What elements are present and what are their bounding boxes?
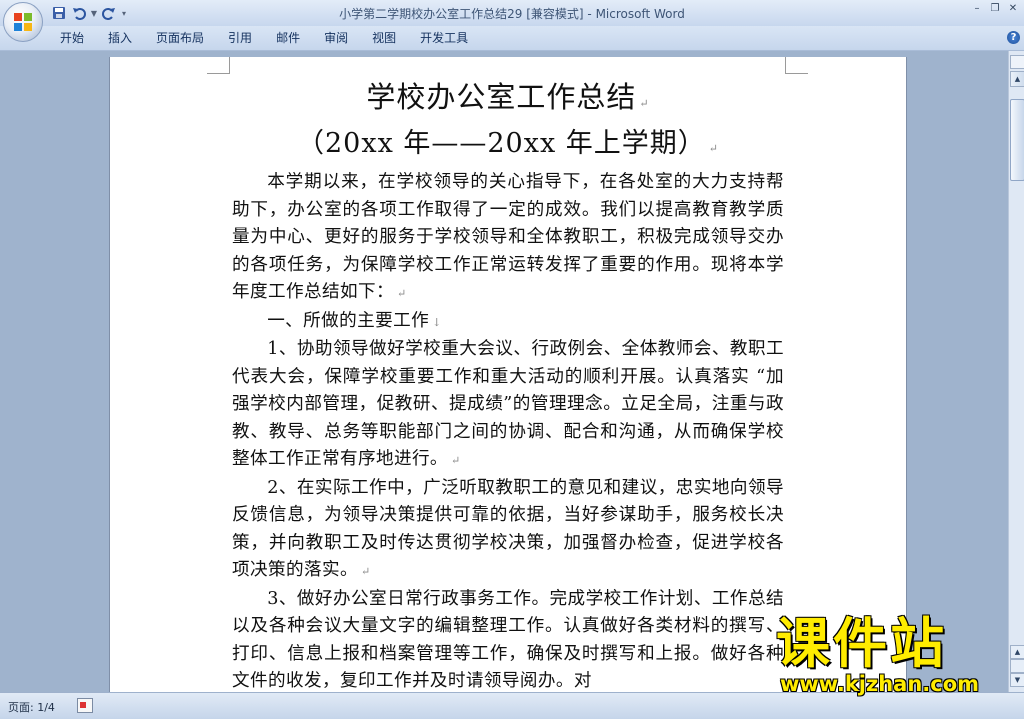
tab-page-layout[interactable]: 页面布局	[144, 26, 216, 50]
help-icon[interactable]: ?	[1007, 31, 1020, 44]
window-title: 小学第二学期校办公室工作总结29 [兼容模式] - Microsoft Word	[0, 5, 1024, 22]
restore-icon[interactable]: ❐	[990, 2, 1000, 16]
paragraph-text: 3、做好办公室日常行政事务工作。完成学校工作计划、工作总结以及各种会议大量文字的…	[232, 588, 784, 692]
title-bar: ▼ ▾ 小学第二学期校办公室工作总结29 [兼容模式] - Microsoft …	[0, 0, 1024, 26]
line-break-mark-icon: ↓	[432, 315, 442, 329]
window-controls: – ❐ ✕	[972, 2, 1018, 16]
minimize-icon[interactable]: –	[972, 2, 982, 16]
document-subheading-text: （20xx 年——20xx 年上学期）	[296, 128, 706, 159]
section-heading: 一、所做的主要工作 ↓	[232, 308, 784, 337]
close-icon[interactable]: ✕	[1008, 2, 1018, 16]
document-area: 学校办公室工作总结 ↵ （20xx 年——20xx 年上学期） ↵ 本学期以来，在学…	[0, 51, 1008, 692]
paragraph-mark-icon: ↵	[639, 97, 650, 110]
crop-mark-top-right	[785, 57, 808, 74]
paragraph-text: 1、协助领导做好学校重大会议、行政例会、全体教师会、教职工代表大会，保障学校重要…	[232, 339, 784, 469]
office-logo-icon	[14, 13, 32, 31]
view-ruler-icon[interactable]	[1010, 55, 1024, 69]
tab-view[interactable]: 视图	[360, 26, 408, 50]
document-heading-text: 学校办公室工作总结	[366, 80, 637, 114]
paragraph: 2、在实际工作中，广泛听取教职工的意见和建议，忠实地向领导反馈信息，为领导决策提…	[232, 475, 784, 586]
paragraph-mark-icon: ↵	[708, 142, 719, 155]
status-bar: 页面: 1/4	[0, 692, 1024, 719]
paragraph: 3、做好办公室日常行政事务工作。完成学校工作计划、工作总结以及各种会议大量文字的…	[232, 586, 784, 693]
tab-mailings[interactable]: 邮件	[264, 26, 312, 50]
tab-review[interactable]: 审阅	[312, 26, 360, 50]
watermark-url: www.kjzhan.com	[780, 672, 980, 696]
proofing-status-icon[interactable]	[77, 698, 93, 713]
ribbon-tab-bar: 开始 插入 页面布局 引用 邮件 审阅 视图 开发工具 ?	[0, 26, 1024, 51]
document-heading: 学校办公室工作总结 ↵	[232, 77, 784, 124]
paragraph-mark-icon: ↵	[360, 565, 371, 578]
vertical-scrollbar[interactable]: ▲ ▲ ▼	[1008, 51, 1024, 692]
tab-home[interactable]: 开始	[48, 26, 96, 50]
scroll-up-icon[interactable]: ▲	[1010, 71, 1024, 87]
document-subheading: （20xx 年——20xx 年上学期） ↵	[232, 124, 784, 169]
tab-references[interactable]: 引用	[216, 26, 264, 50]
scrollbar-thumb[interactable]	[1010, 99, 1024, 181]
page-count[interactable]: 页面: 1/4	[8, 699, 55, 715]
document-title: 小学第二学期校办公室工作总结29 [兼容模式]	[339, 7, 584, 21]
paragraph-text: 2、在实际工作中，广泛听取教职工的意见和建议，忠实地向领导反馈信息，为领导决策提…	[232, 477, 784, 581]
crop-mark-top-left	[207, 57, 230, 74]
select-browse-object-icon[interactable]	[1010, 659, 1024, 673]
document-body[interactable]: 学校办公室工作总结 ↵ （20xx 年——20xx 年上学期） ↵ 本学期以来，在学…	[232, 77, 784, 692]
section-heading-text: 一、所做的主要工作	[267, 310, 430, 331]
paragraph-mark-icon: ↵	[396, 287, 407, 300]
title-separator: -	[583, 7, 596, 21]
office-button[interactable]	[3, 2, 43, 42]
tab-developer[interactable]: 开发工具	[408, 26, 480, 50]
watermark-logo: 课件站	[776, 612, 947, 675]
next-page-icon[interactable]: ▼	[1010, 673, 1024, 687]
previous-page-icon[interactable]: ▲	[1010, 645, 1024, 659]
document-page[interactable]: 学校办公室工作总结 ↵ （20xx 年——20xx 年上学期） ↵ 本学期以来，在学…	[109, 57, 907, 692]
paragraph-text: 本学期以来，在学校领导的关心指导下，在各处室的大力支持帮助下，办公室的各项工作取…	[232, 172, 784, 302]
paragraph: 本学期以来，在学校领导的关心指导下，在各处室的大力支持帮助下，办公室的各项工作取…	[232, 169, 784, 308]
app-name: Microsoft Word	[595, 7, 685, 21]
paragraph-mark-icon: ↵	[450, 454, 461, 467]
tab-insert[interactable]: 插入	[96, 26, 144, 50]
paragraph: 1、协助领导做好学校重大会议、行政例会、全体教师会、教职工代表大会，保障学校重要…	[232, 336, 784, 475]
